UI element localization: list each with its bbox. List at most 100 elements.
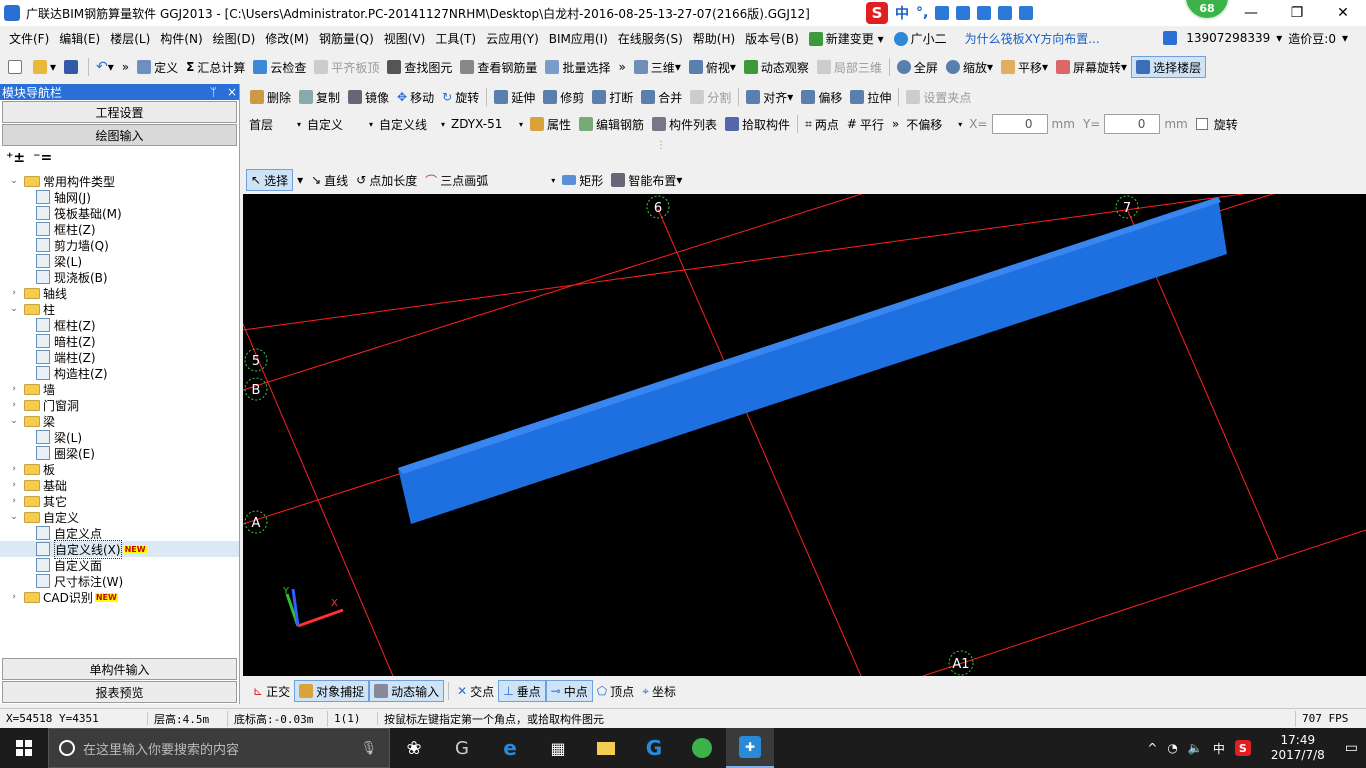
tree-item[interactable]: 梁(L) [0,253,239,269]
fullscreen-button[interactable]: 全屏 [893,56,942,78]
tree-folder[interactable]: › 其它 [0,493,239,509]
point-length-button[interactable]: ↺ 点加长度 [352,169,421,191]
axis-label-5[interactable]: 5 [244,348,268,372]
expand-arrow-icon[interactable]: › [8,288,20,298]
tree-item[interactable]: 框柱(Z) [0,317,239,333]
menu-file[interactable]: 文件(F) [4,30,54,47]
sum-calc-button[interactable]: Σ 汇总计算 [182,56,249,78]
view3d-button[interactable]: 三维 ▾ [630,56,685,78]
intersection-toggle[interactable]: ✕ 交点 [453,680,498,702]
property-button[interactable]: 属性 [526,113,575,135]
tree-item[interactable]: 梁(L) [0,429,239,445]
pick-component-button[interactable]: 拾取构件 [721,113,794,135]
tree-folder[interactable]: ⌄ 常用构件类型 [0,173,239,189]
merge-button[interactable]: 合并 [637,86,686,108]
chevron-up-icon[interactable]: ^ [1147,741,1157,755]
tree-item[interactable]: 筏板基础(M) [0,205,239,221]
tree-item[interactable]: 构造柱(Z) [0,365,239,381]
tree-folder[interactable]: › 门窗洞 [0,397,239,413]
menu-component[interactable]: 构件(N) [155,30,207,47]
tray-lang[interactable]: 中 [1213,740,1225,757]
rotate-button[interactable]: ↻ 旋转 [438,86,483,108]
expand-all-icon[interactable]: ⁺± [6,150,25,166]
pin-icon[interactable]: ᛘ [210,85,217,99]
menu-help[interactable]: 帮助(H) [688,30,740,47]
menu-version[interactable]: 版本号(B) [740,30,804,47]
collapse-arrow-icon[interactable]: ⌄ [8,176,20,186]
two-points-button[interactable]: ⌗ 两点 [801,113,843,135]
tree-folder[interactable]: ⌄ 柱 [0,301,239,317]
volume-icon[interactable]: 🔈 [1188,741,1203,755]
dynamic-input-toggle[interactable]: 动态输入 [369,680,445,702]
toolbar-grip[interactable]: ⋮ [656,140,686,160]
price-beans[interactable]: 造价豆:0 [1288,30,1336,47]
single-component-input-button[interactable]: 单构件输入 [2,658,237,680]
coordinate-toggle[interactable]: ⌖ 坐标 [638,680,680,702]
assistant-menu[interactable]: 广小二 [889,30,952,47]
view-rebar-button[interactable]: 查看钢筋量 [456,56,541,78]
vertex-toggle[interactable]: ⬠ 顶点 [593,680,638,702]
collapse-arrow-icon[interactable]: ⌄ [8,304,20,314]
tree-item[interactable]: 框柱(Z) [0,221,239,237]
category-select[interactable]: 自定义 ▾ [304,114,376,134]
dynamic-observe-button[interactable]: 动态观察 [740,56,813,78]
ime-toolbar[interactable]: S 中 °, [866,0,1034,26]
axis-label-B[interactable]: B [244,377,268,401]
perpendicular-toggle[interactable]: ⊥ 垂点 [498,680,546,702]
tree-folder[interactable]: › 墙 [0,381,239,397]
expand-arrow-icon[interactable]: › [8,464,20,474]
network-icon[interactable]: ◔ [1167,741,1177,755]
collapse-arrow-icon[interactable]: ⌄ [8,512,20,522]
parallel-button[interactable]: # 平行 [843,113,888,135]
y-offset-input[interactable]: 0 [1104,114,1161,134]
define-button[interactable]: 定义 [133,56,182,78]
draw-input-button[interactable]: 绘图输入 [2,124,237,146]
mic-icon[interactable] [935,6,950,20]
tree-item[interactable]: 自定义面 [0,557,239,573]
tree-item[interactable]: 轴网(J) [0,189,239,205]
expand-arrow-icon[interactable]: › [8,592,20,602]
menu-view[interactable]: 视图(V) [379,30,431,47]
taskbar-app-browser-2[interactable] [678,728,726,768]
task-view-button[interactable]: ❀ [390,728,438,768]
object-snap-toggle[interactable]: 对象捕捉 [294,680,370,702]
panel-close-icon[interactable]: × [227,85,237,99]
set-grip-button[interactable]: 设置夹点 [902,86,975,108]
tree-item[interactable]: 圈梁(E) [0,445,239,461]
rectangle-button[interactable]: 矩形 [558,169,607,191]
new-file-button[interactable] [4,56,29,78]
grid-icon[interactable] [977,6,992,20]
start-button[interactable] [0,728,48,768]
menu-edit[interactable]: 编辑(E) [54,30,105,47]
component-name-select[interactable]: ZDYX-51 ▾ [448,114,526,134]
open-file-button[interactable]: ▾ [29,56,60,78]
offset-mode-select[interactable]: 不偏移 ▾ [903,114,965,134]
component-list-button[interactable]: 构件列表 [648,113,721,135]
offset-button[interactable]: 偏移 [797,86,846,108]
three-point-arc-button[interactable]: ⌒ 三点画弧 [421,169,492,191]
select-floor-button[interactable]: 选择楼层 [1131,56,1207,78]
tree-item[interactable]: 剪力墙(Q) [0,237,239,253]
minimize-button[interactable]: — [1228,0,1274,26]
chevron-down-icon[interactable]: ▾ [1276,31,1282,45]
beam-3d[interactable] [398,197,1227,524]
account-phone[interactable]: 13907298339 [1186,31,1270,45]
taskbar-app-glodon[interactable]: G [630,728,678,768]
break-button[interactable]: 打断 [588,86,637,108]
taskbar-app-store[interactable]: ▦ [534,728,582,768]
undo-button[interactable]: ↶ ▾ [92,56,118,78]
clock[interactable]: 17:49 2017/7/8 [1271,733,1325,763]
expand-arrow-icon[interactable]: › [8,384,20,394]
taskbar-app-browser-1[interactable]: G [438,728,486,768]
stretch-button[interactable]: 拉伸 [846,86,895,108]
menu-rebar-qty[interactable]: 钢筋量(Q) [314,30,379,47]
new-change-menu[interactable]: 新建变更 ▾ [804,30,889,47]
copy-button[interactable]: 复制 [295,86,344,108]
ortho-toggle[interactable]: ⊾ 正交 [249,680,294,702]
drawing-svg[interactable]: 6 7 5 B A A1 X Y [243,194,1366,676]
wrench-icon[interactable] [1019,6,1034,20]
mic-icon[interactable]: 🎙 [360,741,377,756]
find-element-button[interactable]: 查找图元 [383,56,456,78]
tree-item[interactable]: 端柱(Z) [0,349,239,365]
report-preview-button[interactable]: 报表预览 [2,681,237,703]
